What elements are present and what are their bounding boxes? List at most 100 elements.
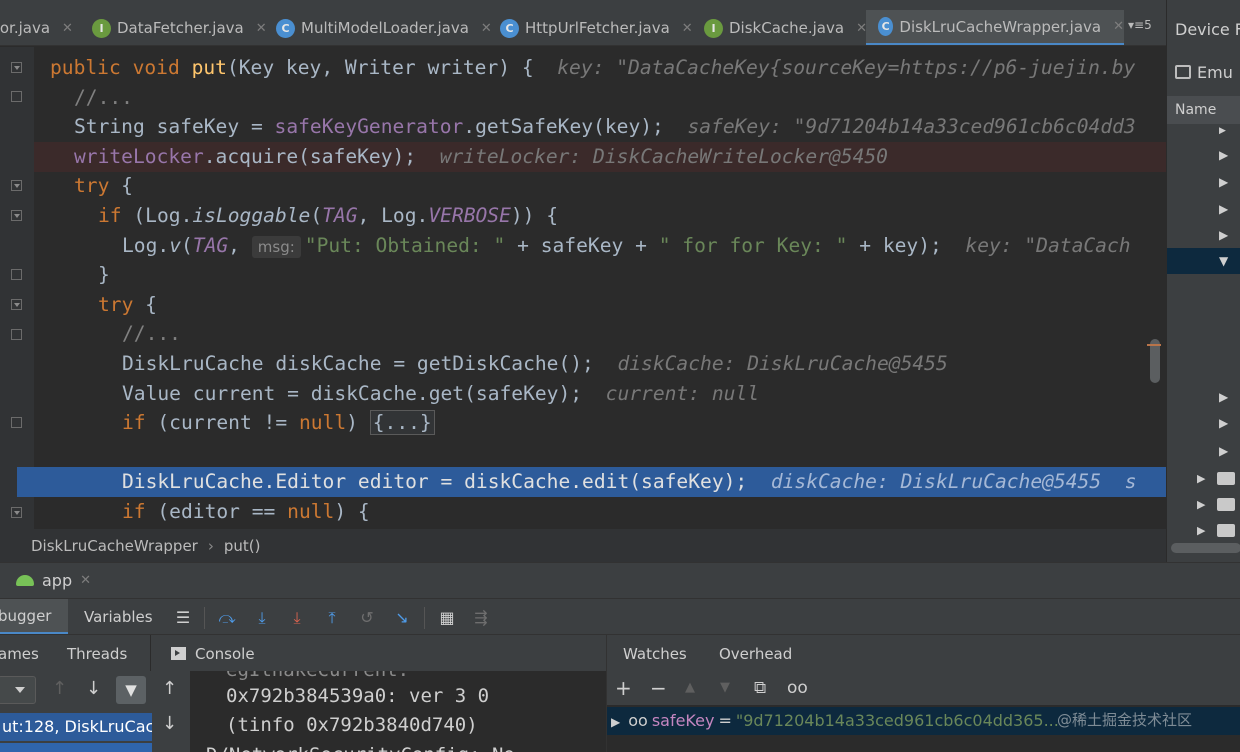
tab-disklrucachewrapper[interactable]: C DiskLruCacheWrapper.java ✕ (866, 10, 1124, 45)
step-out-icon[interactable]: ⤒ (321, 608, 343, 628)
horizontal-scrollbar[interactable] (1171, 543, 1240, 553)
step-into-icon[interactable]: ⤓ (251, 608, 273, 628)
class-icon: C (878, 17, 894, 36)
tab-overhead[interactable]: Overhead (719, 645, 792, 663)
copy-icon[interactable]: ⧉ (754, 677, 766, 699)
move-up-icon[interactable]: ▲ (685, 677, 695, 699)
tab-console[interactable]: Console (195, 645, 255, 663)
close-icon[interactable]: ✕ (256, 21, 267, 36)
run-to-cursor-icon[interactable]: ↘ (391, 608, 413, 628)
expand-arrow-icon[interactable]: ▶ (1219, 390, 1228, 404)
force-step-into-icon[interactable]: ⤓ (286, 608, 308, 628)
expand-arrow-icon[interactable]: ▶ (1197, 472, 1205, 485)
breadcrumb-method[interactable]: put() (224, 537, 261, 555)
tab-watches[interactable]: Watches (623, 645, 687, 663)
expand-arrow-icon[interactable]: ▶ (1197, 498, 1205, 511)
code-line[interactable]: if (editor == null) { (34, 497, 1166, 527)
add-watch-icon[interactable]: + (615, 677, 632, 699)
next-frame-icon[interactable]: ↓ (86, 678, 101, 699)
tab-overflow-button[interactable]: ▾≡5 (1128, 18, 1152, 32)
close-icon[interactable]: ✕ (80, 573, 91, 588)
code-line[interactable]: //... (34, 83, 1166, 113)
move-down-icon[interactable]: ▼ (720, 677, 730, 699)
expand-arrow-icon[interactable]: ▶ (1219, 148, 1228, 162)
stack-frame-selected[interactable]: ut:128, DiskLruCac (0, 713, 152, 741)
code-line[interactable]: } (34, 260, 1166, 290)
stack-frame[interactable] (0, 743, 152, 752)
fold-marker-icon[interactable] (11, 299, 22, 310)
code-line-breakpoint[interactable]: writeLocker.acquire(safeKey); writeLocke… (34, 142, 1166, 172)
run-tab-app[interactable]: app (42, 571, 72, 590)
code-line[interactable]: if (Log.isLoggable(TAG, Log.VERBOSE)) { (34, 201, 1166, 231)
collapse-arrow-icon[interactable]: ▼ (1219, 254, 1228, 268)
fold-marker-icon[interactable] (11, 180, 22, 191)
tab-datafetcher[interactable]: I DataFetcher.java ✕ (92, 10, 267, 45)
code-line[interactable]: Log.v(TAG, msg: "Put: Obtained: " + safeK… (34, 231, 1166, 261)
tab-threads[interactable]: Threads (67, 645, 127, 663)
code-line[interactable]: String safeKey = safeKeyGenerator.getSaf… (34, 112, 1166, 142)
fold-marker-icon[interactable] (11, 91, 22, 102)
tab-debugger[interactable]: bugger (0, 599, 68, 635)
code-text: ( (180, 234, 193, 257)
tab-frames[interactable]: ames (0, 645, 39, 663)
expand-arrow-icon[interactable]: ▶ (1219, 228, 1228, 242)
tab-httpurlfetcher[interactable]: C HttpUrlFetcher.java ✕ (500, 10, 693, 45)
code-line-current-execution[interactable]: DiskLruCache.Editor editor = diskCache.e… (17, 467, 1166, 497)
close-icon[interactable]: ✕ (682, 21, 693, 36)
watch-icon: oo (628, 711, 648, 730)
fold-marker-icon[interactable] (11, 417, 22, 428)
code-line[interactable]: DiskLruCache diskCache = getDiskCache();… (34, 349, 1166, 379)
expand-arrow-icon[interactable]: ▶ (1219, 416, 1228, 430)
layout-menu-icon[interactable]: ☰ (172, 608, 194, 628)
trace-stream-icon[interactable]: ⇶ (470, 608, 492, 628)
tab-multimodelloader[interactable]: C MultiModelLoader.java ✕ (276, 10, 492, 45)
scroll-down-icon[interactable]: ↓ (162, 713, 177, 734)
glasses-icon[interactable]: oo (787, 677, 808, 699)
keyword: null (287, 500, 335, 523)
code-text: Value current = diskCache.get(safeKey); (122, 382, 583, 405)
fold-marker-icon[interactable] (11, 62, 22, 73)
scroll-up-icon[interactable]: ↑ (162, 678, 177, 699)
file-row-selected[interactable]: ▼ (1167, 248, 1240, 274)
fold-marker-icon[interactable] (11, 210, 22, 221)
drop-frame-icon[interactable]: ↺ (356, 608, 378, 628)
fold-marker-icon[interactable] (11, 269, 22, 280)
code-editor[interactable]: public void put(Key key, Writer writer) … (0, 47, 1166, 529)
breadcrumb-class[interactable]: DiskLruCacheWrapper (31, 537, 198, 555)
tab-diskcache[interactable]: I DiskCache.java ✕ (704, 10, 867, 45)
device-selector[interactable]: Emu (1175, 58, 1240, 86)
close-icon[interactable]: ✕ (481, 21, 492, 36)
tab-tor-java[interactable]: tor.java ✕ (0, 10, 73, 45)
expand-arrow-icon[interactable]: ▶ (1219, 126, 1226, 136)
inline-debug-value: key: "DataCacheKey{sourceKey=https://p6-… (557, 56, 1136, 79)
console-output[interactable]: egIthakeCurrent: 0x792b384539a0: ver 3 0… (190, 671, 608, 752)
pane-divider (150, 635, 151, 671)
code-line[interactable]: Value current = diskCache.get(safeKey); … (34, 379, 1166, 409)
editor-gutter[interactable] (0, 47, 34, 529)
thread-selector-dropdown[interactable] (0, 676, 36, 704)
code-line[interactable]: if (current != null) {...} (34, 408, 1166, 438)
tab-variables[interactable]: Variables (84, 608, 153, 626)
tab-label: HttpUrlFetcher.java (525, 19, 670, 37)
expand-arrow-icon[interactable]: ▶ (1197, 524, 1205, 537)
step-over-icon[interactable]: ⤼ (216, 608, 238, 628)
filter-icon[interactable]: ▼ (116, 676, 146, 704)
remove-watch-icon[interactable]: − (650, 677, 667, 699)
code-line[interactable]: try { (34, 290, 1166, 320)
fold-marker-icon[interactable] (11, 507, 22, 518)
close-icon[interactable]: ✕ (1113, 19, 1124, 34)
folded-region[interactable]: {...} (369, 410, 435, 435)
code-line[interactable]: try { (34, 171, 1166, 201)
column-header-name[interactable]: Name (1167, 96, 1240, 124)
keyword: if (122, 411, 146, 434)
expand-arrow-icon[interactable]: ▶ (1219, 175, 1228, 189)
previous-frame-icon[interactable]: ↑ (52, 678, 67, 699)
close-icon[interactable]: ✕ (62, 21, 73, 36)
fold-marker-icon[interactable] (11, 329, 22, 340)
expand-arrow-icon[interactable]: ▶ (611, 715, 620, 729)
code-line[interactable]: public void put(Key key, Writer writer) … (34, 53, 1166, 83)
expand-arrow-icon[interactable]: ▶ (1219, 202, 1228, 216)
expand-arrow-icon[interactable]: ▶ (1219, 444, 1228, 458)
code-line[interactable]: //... (34, 319, 1166, 349)
evaluate-expression-icon[interactable]: ▦ (436, 608, 458, 628)
